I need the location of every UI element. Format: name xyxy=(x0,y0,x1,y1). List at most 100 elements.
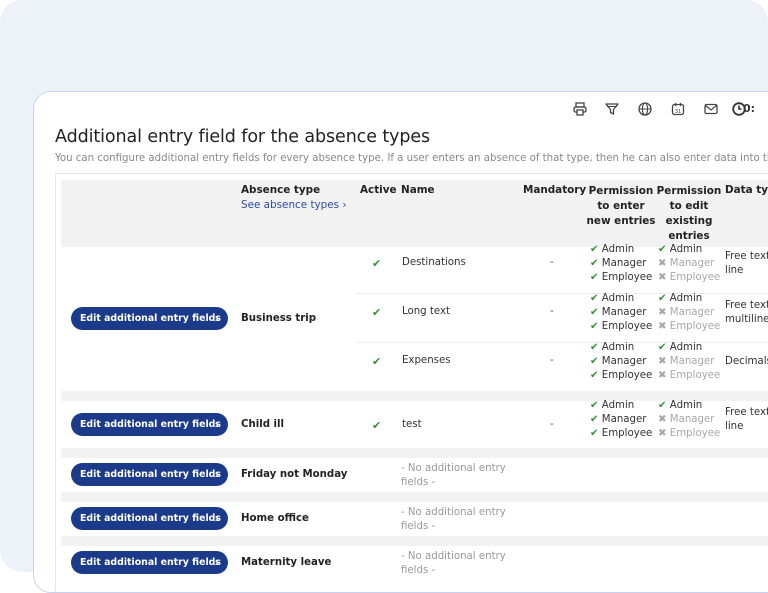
absence-type-friday-not-monday: Friday not Monday xyxy=(241,469,348,480)
cross-icon: ✖ xyxy=(658,428,667,439)
check-icon: ✔ xyxy=(590,342,599,353)
role-employee: Employee xyxy=(669,370,721,381)
permission-edit-list: ✔ Admin ✖ Manager ✖ Employee xyxy=(658,399,720,441)
active-check-icon: ✔ xyxy=(372,355,382,368)
check-icon: ✔ xyxy=(590,370,599,381)
role-employee: Employee xyxy=(601,370,653,381)
check-icon: ✔ xyxy=(658,400,667,411)
row-separator xyxy=(61,536,768,546)
permission-new-list: ✔ Admin ✔ Manager ✔ Employee xyxy=(590,399,652,441)
mail-icon[interactable] xyxy=(703,101,719,117)
role-admin: Admin xyxy=(669,400,703,411)
globe-icon[interactable] xyxy=(637,101,653,117)
page-title: Additional entry field for the absence t… xyxy=(55,127,431,147)
cross-icon: ✖ xyxy=(658,356,667,367)
header-mandatory: Mandatory xyxy=(523,184,587,196)
cross-icon: ✖ xyxy=(658,258,667,269)
check-icon: ✔ xyxy=(590,307,599,318)
chevron-right-icon: › xyxy=(214,312,219,325)
role-admin: Admin xyxy=(669,342,703,353)
header-permission-edit: Permission to edit existing entries xyxy=(656,185,722,242)
cross-icon: ✖ xyxy=(658,370,667,381)
header-data-type: Data typ xyxy=(725,184,768,196)
role-employee: Employee xyxy=(601,272,653,283)
permission-edit-list: ✔ Admin ✖ Manager ✖ Employee xyxy=(658,292,720,334)
role-manager: Manager xyxy=(601,258,647,269)
header-permission-new: Permission to enter new entries xyxy=(586,185,656,227)
role-manager: Manager xyxy=(669,414,715,425)
mandatory-value: - xyxy=(550,355,554,366)
field-name-long-text: Long text xyxy=(402,306,450,317)
timer-readout: 0: xyxy=(743,102,756,115)
check-icon: ✔ xyxy=(590,321,599,332)
check-icon: ✔ xyxy=(590,414,599,425)
role-admin: Admin xyxy=(669,244,703,255)
role-employee: Employee xyxy=(669,272,721,283)
permission-new-list: ✔ Admin ✔ Manager ✔ Employee xyxy=(590,341,652,383)
chevron-right-icon: › xyxy=(214,556,219,569)
no-additional-fields-text: - No additional entry fields - xyxy=(401,551,506,576)
edit-fields-button-friday-not-monday[interactable]: Edit additional entry fields › xyxy=(71,463,228,486)
check-icon: ✔ xyxy=(590,400,599,411)
check-icon: ✔ xyxy=(658,293,667,304)
role-admin: Admin xyxy=(601,244,635,255)
check-icon: ✔ xyxy=(590,272,599,283)
cross-icon: ✖ xyxy=(658,307,667,318)
edit-fields-button-business-trip[interactable]: Edit additional entry fields › xyxy=(71,307,228,330)
calendar-icon[interactable]: 31 xyxy=(670,101,686,117)
field-name-destinations: Destinations xyxy=(402,257,466,268)
app-window: 31 0: Additional entry field for the abs… xyxy=(33,91,768,593)
check-icon: ✔ xyxy=(590,293,599,304)
check-icon: ✔ xyxy=(590,356,599,367)
absence-type-child-ill: Child ill xyxy=(241,419,285,430)
role-manager: Manager xyxy=(601,414,647,425)
edit-fields-button-maternity-leave[interactable]: Edit additional entry fields › xyxy=(71,551,228,574)
permission-new-list: ✔ Admin ✔ Manager ✔ Employee xyxy=(590,243,652,285)
role-admin: Admin xyxy=(669,293,703,304)
edit-fields-button-label: Edit additional entry fields xyxy=(80,513,221,524)
role-employee: Employee xyxy=(669,321,721,332)
chevron-right-icon: › xyxy=(214,512,219,525)
check-icon: ✔ xyxy=(658,244,667,255)
active-check-icon: ✔ xyxy=(372,419,382,432)
mandatory-value: - xyxy=(550,419,554,430)
edit-fields-button-label: Edit additional entry fields xyxy=(80,419,221,430)
check-icon: ✔ xyxy=(590,258,599,269)
row-separator xyxy=(61,448,768,458)
permission-new-list: ✔ Admin ✔ Manager ✔ Employee xyxy=(590,292,652,334)
role-admin: Admin xyxy=(601,400,635,411)
header-active: Active xyxy=(360,184,397,196)
chevron-right-icon: › xyxy=(214,418,219,431)
absence-type-maternity-leave: Maternity leave xyxy=(241,557,332,568)
data-type-value: Decimals xyxy=(725,356,768,367)
mandatory-value: - xyxy=(550,306,554,317)
absence-type-business-trip: Business trip xyxy=(241,313,317,324)
see-absence-types-link[interactable]: See absence types › xyxy=(241,199,347,211)
active-check-icon: ✔ xyxy=(372,306,382,319)
svg-text:31: 31 xyxy=(675,109,681,115)
check-icon: ✔ xyxy=(590,244,599,255)
cross-icon: ✖ xyxy=(658,321,667,332)
role-manager: Manager xyxy=(601,356,647,367)
chevron-right-icon: › xyxy=(214,468,219,481)
role-manager: Manager xyxy=(669,307,715,318)
header-absence-type: Absence type xyxy=(241,184,321,196)
role-manager: Manager xyxy=(669,356,715,367)
header-name: Name xyxy=(401,184,435,196)
cross-icon: ✖ xyxy=(658,414,667,425)
field-name-expenses: Expenses xyxy=(402,355,451,366)
edit-fields-button-child-ill[interactable]: Edit additional entry fields › xyxy=(71,413,228,436)
check-icon: ✔ xyxy=(658,342,667,353)
printer-icon[interactable] xyxy=(572,101,588,117)
row-separator xyxy=(61,492,768,502)
role-admin: Admin xyxy=(601,342,635,353)
role-manager: Manager xyxy=(669,258,715,269)
field-name-test: test xyxy=(402,419,422,430)
role-employee: Employee xyxy=(601,321,653,332)
filter-icon[interactable] xyxy=(604,101,620,117)
absence-type-home-office: Home office xyxy=(241,513,309,524)
absence-fields-table: Absence type See absence types › Active … xyxy=(55,173,768,592)
data-type-value: Free text, line xyxy=(725,251,768,276)
page-subtitle: You can configure additional entry field… xyxy=(55,153,768,164)
edit-fields-button-home-office[interactable]: Edit additional entry fields › xyxy=(71,507,228,530)
